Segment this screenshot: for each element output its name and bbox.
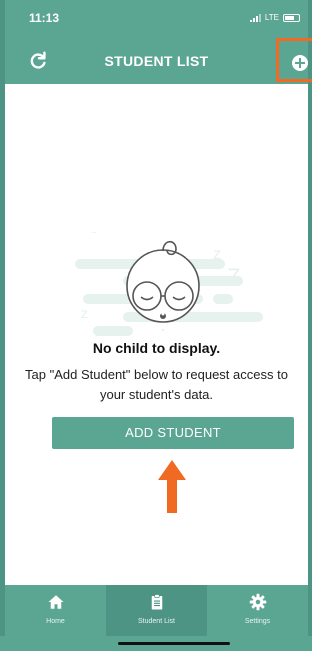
tab-label-settings: Settings — [244, 618, 271, 625]
tab-label-home: Home — [46, 618, 65, 625]
empty-state-description: Tap "Add Student" below to request acces… — [25, 367, 288, 402]
svg-text:Z: Z — [227, 264, 240, 289]
page-title: STUDENT LIST — [104, 53, 209, 69]
svg-text:z: z — [81, 305, 88, 321]
home-icon — [48, 595, 63, 609]
svg-text:z: z — [213, 246, 221, 263]
phone-screen: 11:13 LTE STUDENT LIST z Z z ~ No child … — [0, 0, 312, 651]
empty-state-title: No child to display. — [92, 340, 221, 356]
svg-text:~: ~ — [91, 228, 97, 239]
battery-icon — [283, 13, 300, 22]
gear-icon — [249, 593, 266, 611]
bottom-tab-bar: Home Student List Settings — [5, 585, 308, 636]
status-bar: 11:13 LTE — [5, 0, 308, 38]
status-time: 11:13 — [29, 11, 60, 25]
tab-label-student-list: Student List — [138, 618, 175, 625]
add-circle-icon[interactable] — [292, 55, 308, 71]
tab-student-list[interactable]: Student List — [106, 585, 207, 636]
screen-border-right — [308, 0, 312, 651]
clipboard-icon — [151, 594, 162, 610]
main-content: z Z z ~ No child to display. Tap "Add St… — [5, 84, 308, 585]
add-student-button[interactable]: ADD STUDENT — [52, 417, 294, 449]
status-indicators: LTE — [249, 13, 300, 22]
network-type: LTE — [264, 13, 279, 22]
signal-icon — [249, 13, 261, 22]
app-header: STUDENT LIST — [5, 38, 312, 84]
tab-home[interactable]: Home — [5, 585, 106, 636]
add-student-header-button[interactable] — [276, 38, 312, 82]
tab-settings[interactable]: Settings — [207, 585, 308, 636]
arrow-up-icon — [158, 460, 186, 513]
home-indicator[interactable] — [118, 642, 230, 645]
